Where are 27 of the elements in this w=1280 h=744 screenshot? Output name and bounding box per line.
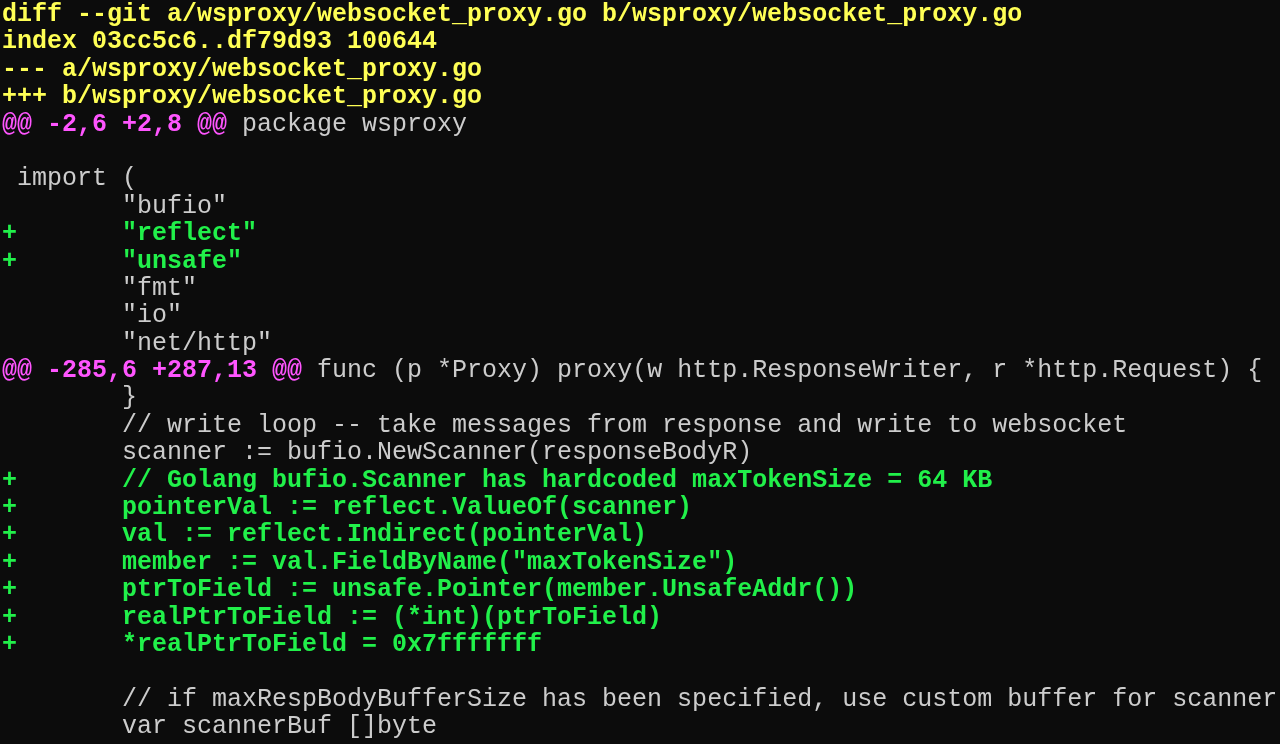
diff-header-line: +++ b/wsproxy/websocket_proxy.go (2, 83, 483, 111)
context-line: // if maxRespBodyBufferSize has been specified, use custom buffer for scanner (121, 685, 1278, 714)
diff-header-line: diff --git a/wsproxy/websocket_proxy.go b/wsproxy/websocket_proxy.go (2, 1, 1023, 29)
context-line: "bufio" (121, 192, 228, 221)
hunk-context: func (p *Proxy) proxy(w http.ResponseWriter, r *http.Request) { (317, 357, 1263, 385)
hunk-header: @@ -2,6 +2,8 @@ (2, 110, 228, 138)
diff-header-line: --- a/wsproxy/websocket_proxy.go (2, 55, 483, 84)
context-line: var scannerBuf []byte (121, 713, 438, 741)
context-line: } (121, 384, 138, 412)
added-line: + *realPtrToField = 0x7fffffff (2, 631, 543, 659)
added-line: + "unsafe" (2, 247, 243, 275)
context-line: "io" (121, 302, 183, 330)
context-line: "fmt" (121, 274, 198, 303)
hunk-header: @@ -285,6 +287,13 @@ (2, 357, 303, 385)
added-line: + "reflect" (2, 220, 258, 248)
added-line: + pointerVal := reflect.ValueOf(scanner) (2, 494, 693, 522)
added-line: + // Golang bufio.Scanner has hardcoded maxTokenSize = 64 KB (2, 466, 993, 495)
added-line: + val := reflect.Indirect(pointerVal) (2, 521, 648, 549)
context-line: scanner := bufio.NewScanner(responseBodyR) (121, 439, 753, 467)
hunk-context: package wsproxy (242, 110, 468, 138)
context-line: import ( (16, 165, 138, 193)
added-line: + ptrToField := unsafe.Pointer(member.UnsafeAddr()) (2, 576, 858, 604)
context-line: // write loop -- take messages from response and write to websocket (121, 411, 1128, 440)
added-line: + member := val.FieldByName("maxTokenSize") (2, 548, 738, 577)
added-line: + realPtrToField := (*int)(ptrToField) (2, 603, 663, 631)
context-line: "net/http" (121, 329, 273, 358)
diff-header-line: index 03cc5c6..df79d93 100644 (2, 28, 438, 56)
